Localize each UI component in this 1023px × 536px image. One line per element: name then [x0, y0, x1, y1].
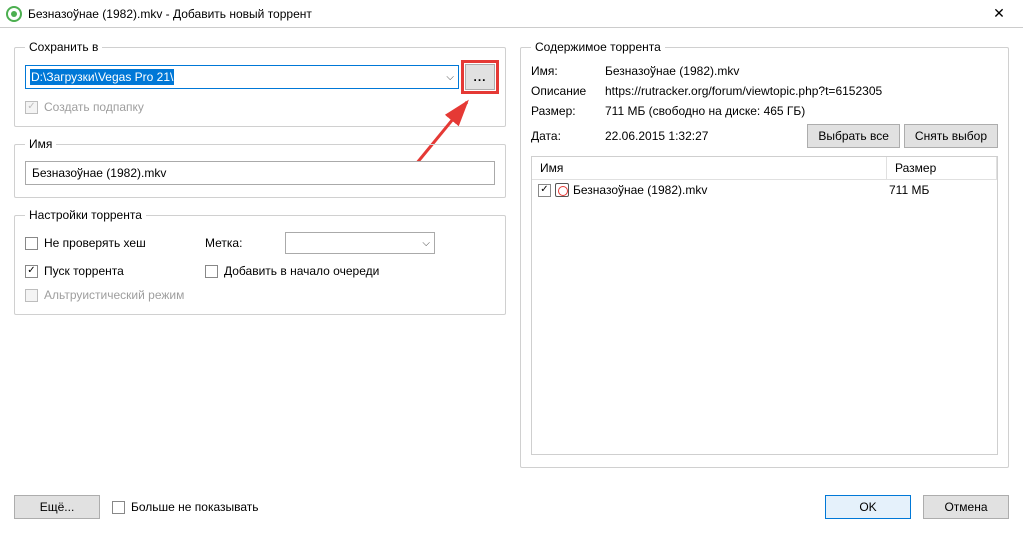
name-legend: Имя — [25, 137, 56, 151]
table-row[interactable]: Безназоўнае (1982).mkv 711 МБ — [532, 180, 997, 200]
window-title: Безназоўнае (1982).mkv - Добавить новый … — [28, 7, 979, 21]
content-group: Содержимое торрента Имя: Безназоўнае (19… — [520, 40, 1009, 468]
video-file-icon — [555, 183, 569, 197]
content-legend: Содержимое торрента — [531, 40, 665, 54]
deselect-all-button[interactable]: Снять выбор — [904, 124, 998, 148]
info-desc-label: Описание — [531, 84, 601, 98]
app-icon — [6, 6, 22, 22]
dialog-body: Сохранить в D:\Загрузки\Vegas Pro 21\ ⌵ … — [0, 28, 1023, 486]
chevron-down-icon: ⌵ — [422, 238, 430, 249]
select-all-button[interactable]: Выбрать все — [807, 124, 900, 148]
info-date-value: 22.06.2015 1:32:27 — [605, 129, 803, 143]
file-size: 711 МБ — [881, 183, 991, 197]
browse-label: ... — [473, 70, 486, 84]
info-size-value: 711 МБ (свободно на диске: 465 ГБ) — [605, 104, 998, 118]
table-header: Имя Размер — [532, 157, 997, 180]
create-subfolder-label: Создать подпапку — [44, 100, 144, 114]
save-in-group: Сохранить в D:\Загрузки\Vegas Pro 21\ ⌵ … — [14, 40, 506, 127]
tag-combo[interactable]: ⌵ — [285, 232, 435, 254]
save-path-value: D:\Загрузки\Vegas Pro 21\ — [30, 69, 174, 85]
altruistic-checkbox — [25, 289, 38, 302]
left-column: Сохранить в D:\Загрузки\Vegas Pro 21\ ⌵ … — [14, 40, 506, 478]
cancel-button[interactable]: Отмена — [923, 495, 1009, 519]
col-size-header[interactable]: Размер — [887, 157, 997, 179]
browse-button[interactable]: ... — [465, 64, 495, 90]
info-size-label: Размер: — [531, 104, 601, 118]
file-checkbox[interactable] — [538, 184, 551, 197]
col-name-header[interactable]: Имя — [532, 157, 887, 179]
create-subfolder-checkbox — [25, 101, 38, 114]
close-icon: ✕ — [993, 5, 1005, 22]
info-desc-value: https://rutracker.org/forum/viewtopic.ph… — [605, 84, 998, 98]
settings-group: Настройки торрента Не проверять хеш Метк… — [14, 208, 506, 315]
start-torrent-label: Пуск торрента — [44, 264, 124, 278]
right-column: Содержимое торрента Имя: Безназоўнае (19… — [520, 40, 1009, 478]
start-torrent-checkbox[interactable] — [25, 265, 38, 278]
add-front-label: Добавить в начало очереди — [224, 264, 379, 278]
tag-label: Метка: — [205, 236, 285, 250]
file-table: Имя Размер Безназоўнае (1982).mkv 711 МБ — [531, 156, 998, 455]
no-check-hash-label: Не проверять хеш — [44, 236, 146, 250]
add-front-checkbox[interactable] — [205, 265, 218, 278]
dont-show-checkbox[interactable] — [112, 501, 125, 514]
ok-button[interactable]: OK — [825, 495, 911, 519]
info-name-label: Имя: — [531, 64, 601, 78]
close-button[interactable]: ✕ — [979, 0, 1019, 28]
no-check-hash-checkbox[interactable] — [25, 237, 38, 250]
torrent-name-value: Безназоўнае (1982).mkv — [32, 166, 166, 180]
torrent-name-input[interactable]: Безназоўнае (1982).mkv — [25, 161, 495, 185]
dialog-footer: Ещё... Больше не показывать OK Отмена — [0, 486, 1023, 528]
name-group: Имя Безназоўнае (1982).mkv — [14, 137, 506, 198]
more-button[interactable]: Ещё... — [14, 495, 100, 519]
save-path-combo[interactable]: D:\Загрузки\Vegas Pro 21\ ⌵ — [25, 65, 459, 89]
titlebar: Безназоўнае (1982).mkv - Добавить новый … — [0, 0, 1023, 28]
file-name: Безназоўнае (1982).mkv — [573, 183, 707, 197]
save-in-legend: Сохранить в — [25, 40, 102, 54]
altruistic-label: Альтруистический режим — [44, 288, 184, 302]
settings-legend: Настройки торрента — [25, 208, 146, 222]
info-date-label: Дата: — [531, 129, 601, 143]
info-name-value: Безназоўнае (1982).mkv — [605, 64, 998, 78]
chevron-down-icon: ⌵ — [446, 72, 454, 83]
dont-show-label: Больше не показывать — [131, 500, 259, 514]
